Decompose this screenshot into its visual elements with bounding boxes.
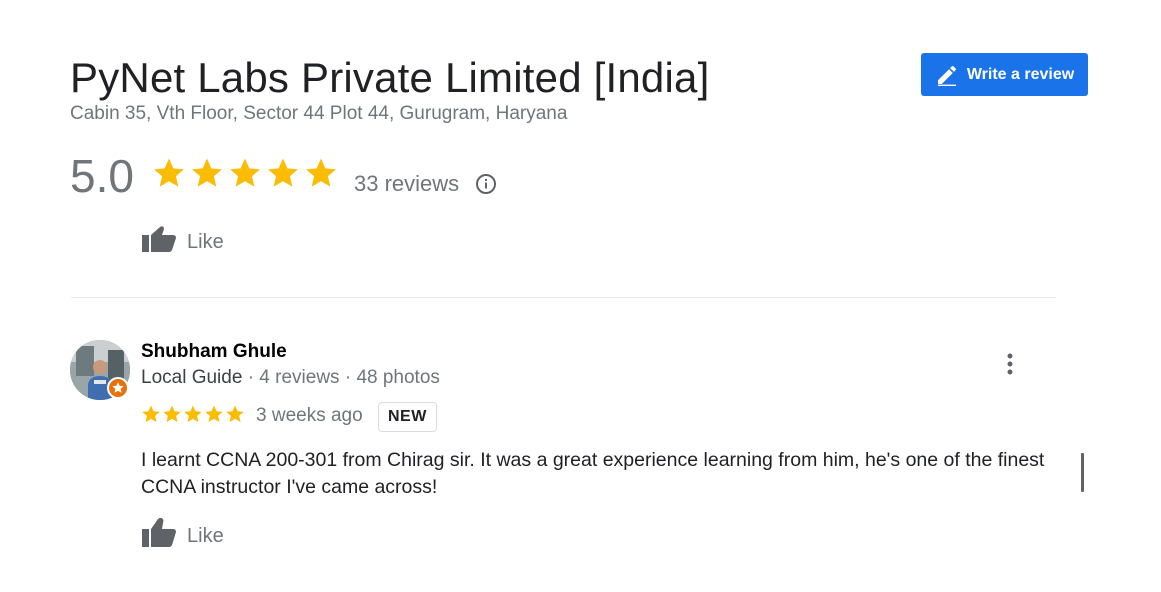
new-badge: NEW	[378, 402, 437, 432]
review-text: I learnt CCNA 200-301 from Chirag sir. I…	[141, 449, 1045, 498]
star-icon	[154, 158, 184, 187]
reviewer-name[interactable]: Shubham Ghule	[141, 340, 287, 364]
star-icon	[268, 158, 298, 187]
like-label: Like	[187, 524, 224, 547]
star-icon	[306, 158, 336, 187]
more-options-icon[interactable]	[1000, 352, 1020, 376]
thumbs-up-icon	[141, 224, 177, 259]
local-guide-badge-icon	[107, 377, 129, 399]
review-count-link[interactable]: 33 reviews	[354, 170, 459, 198]
pencil-icon	[935, 63, 959, 87]
star-icon	[230, 158, 260, 187]
scrollbar-thumb[interactable]	[1081, 453, 1084, 492]
star-icon	[226, 405, 244, 422]
write-review-label: Write a review	[966, 65, 1075, 83]
star-icon	[142, 405, 160, 422]
star-icon	[192, 158, 222, 187]
star-icon	[184, 405, 202, 422]
info-icon[interactable]	[475, 173, 497, 195]
local-guide-label: Local Guide	[141, 367, 243, 388]
reviewer-photo-count: 48 photos	[356, 367, 440, 388]
business-title: PyNet Labs Private Limited [India]	[70, 54, 710, 101]
write-review-button[interactable]: Write a review	[921, 53, 1088, 96]
like-label: Like	[187, 230, 224, 253]
reviewer-review-count: 4 reviews	[259, 367, 340, 388]
business-address: Cabin 35, Vth Floor, Sector 44 Plot 44, …	[70, 103, 568, 124]
section-divider	[71, 297, 1056, 298]
rating-score: 5.0	[70, 150, 134, 202]
meta-separator: ·	[247, 367, 260, 388]
rating-stars	[152, 156, 338, 190]
review-date: 3 weeks ago	[256, 405, 363, 426]
like-review-button[interactable]: Like	[141, 517, 224, 554]
meta-separator: ·	[344, 367, 357, 388]
review-stars	[141, 404, 245, 424]
thumbs-up-icon	[141, 517, 177, 554]
reviewer-meta: Local Guide · 4 reviews · 48 photos	[141, 366, 440, 390]
like-business-button[interactable]: Like	[141, 224, 224, 259]
star-icon	[163, 405, 181, 422]
star-icon	[205, 405, 223, 422]
